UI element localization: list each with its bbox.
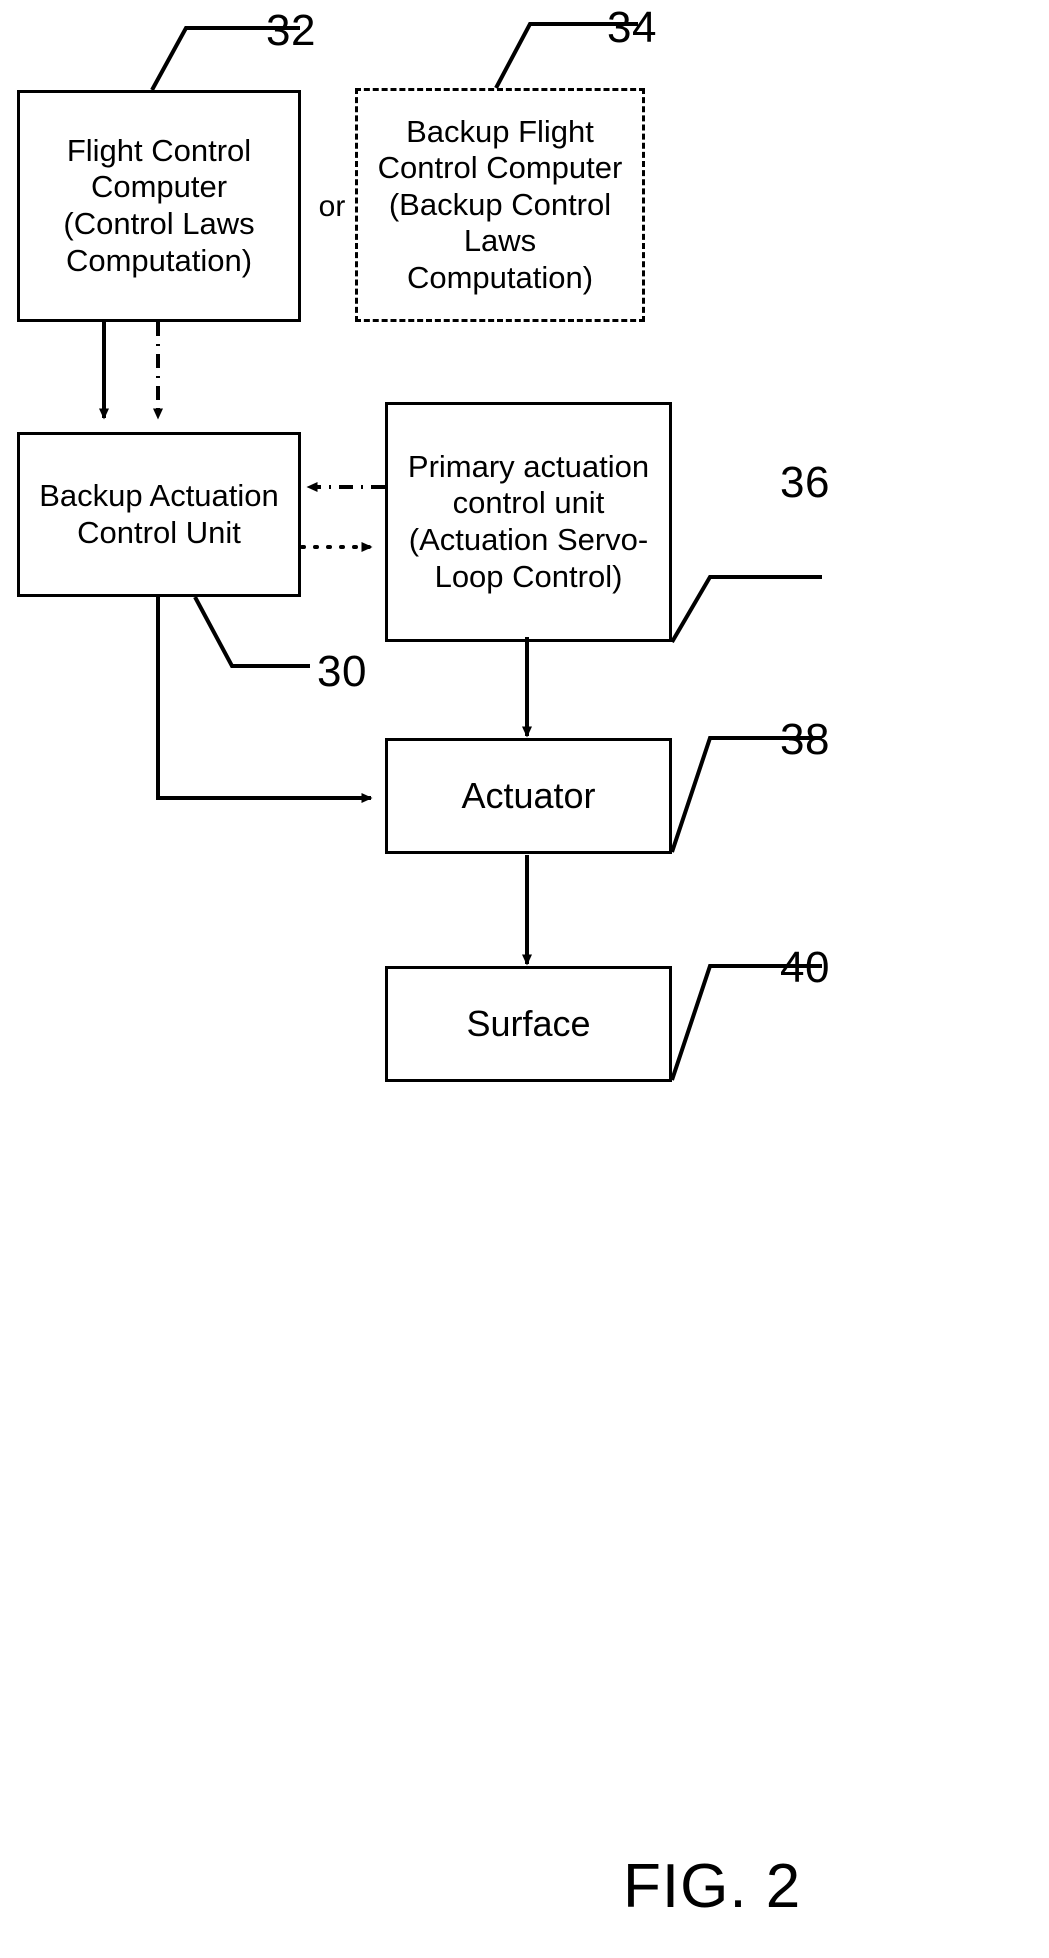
leader-line-30 bbox=[193, 596, 310, 668]
node-backup-actuation-control-unit[interactable]: Backup Actuation Control Unit bbox=[17, 432, 301, 597]
edge-bacu-to-actuator bbox=[156, 597, 373, 803]
node-primary-actuation-control-unit[interactable]: Primary actuation control unit (Actuatio… bbox=[385, 402, 672, 642]
node-backup-flight-control-computer[interactable]: Backup Flight Control Computer (Backup C… bbox=[355, 88, 645, 322]
reference-numeral-32: 32 bbox=[266, 6, 316, 55]
reference-numeral-36: 36 bbox=[780, 458, 830, 507]
reference-numeral-38: 38 bbox=[780, 715, 830, 764]
figure-caption: FIG. 2 bbox=[623, 1852, 802, 1921]
node-primary-actuation-control-unit-label: Primary actuation control unit (Actuatio… bbox=[407, 448, 650, 594]
node-backup-flight-control-computer-label: Backup Flight Control Computer (Backup C… bbox=[377, 113, 623, 295]
or-connector-label: or bbox=[318, 190, 346, 223]
patent-figure: Flight Control Computer (Control Laws Co… bbox=[0, 0, 1049, 1958]
reference-numeral-34: 34 bbox=[607, 3, 657, 52]
node-surface[interactable]: Surface bbox=[385, 966, 672, 1082]
leader-line-36 bbox=[670, 575, 822, 644]
node-backup-actuation-control-unit-label: Backup Actuation Control Unit bbox=[39, 477, 279, 550]
node-flight-control-computer-label: Flight Control Computer (Control Laws Co… bbox=[63, 132, 255, 278]
node-flight-control-computer[interactable]: Flight Control Computer (Control Laws Co… bbox=[17, 90, 301, 322]
reference-numeral-40: 40 bbox=[780, 943, 830, 992]
node-actuator-label: Actuator bbox=[461, 774, 596, 816]
node-actuator[interactable]: Actuator bbox=[385, 738, 672, 854]
node-surface-label: Surface bbox=[466, 1002, 591, 1044]
reference-numeral-30: 30 bbox=[317, 647, 367, 696]
